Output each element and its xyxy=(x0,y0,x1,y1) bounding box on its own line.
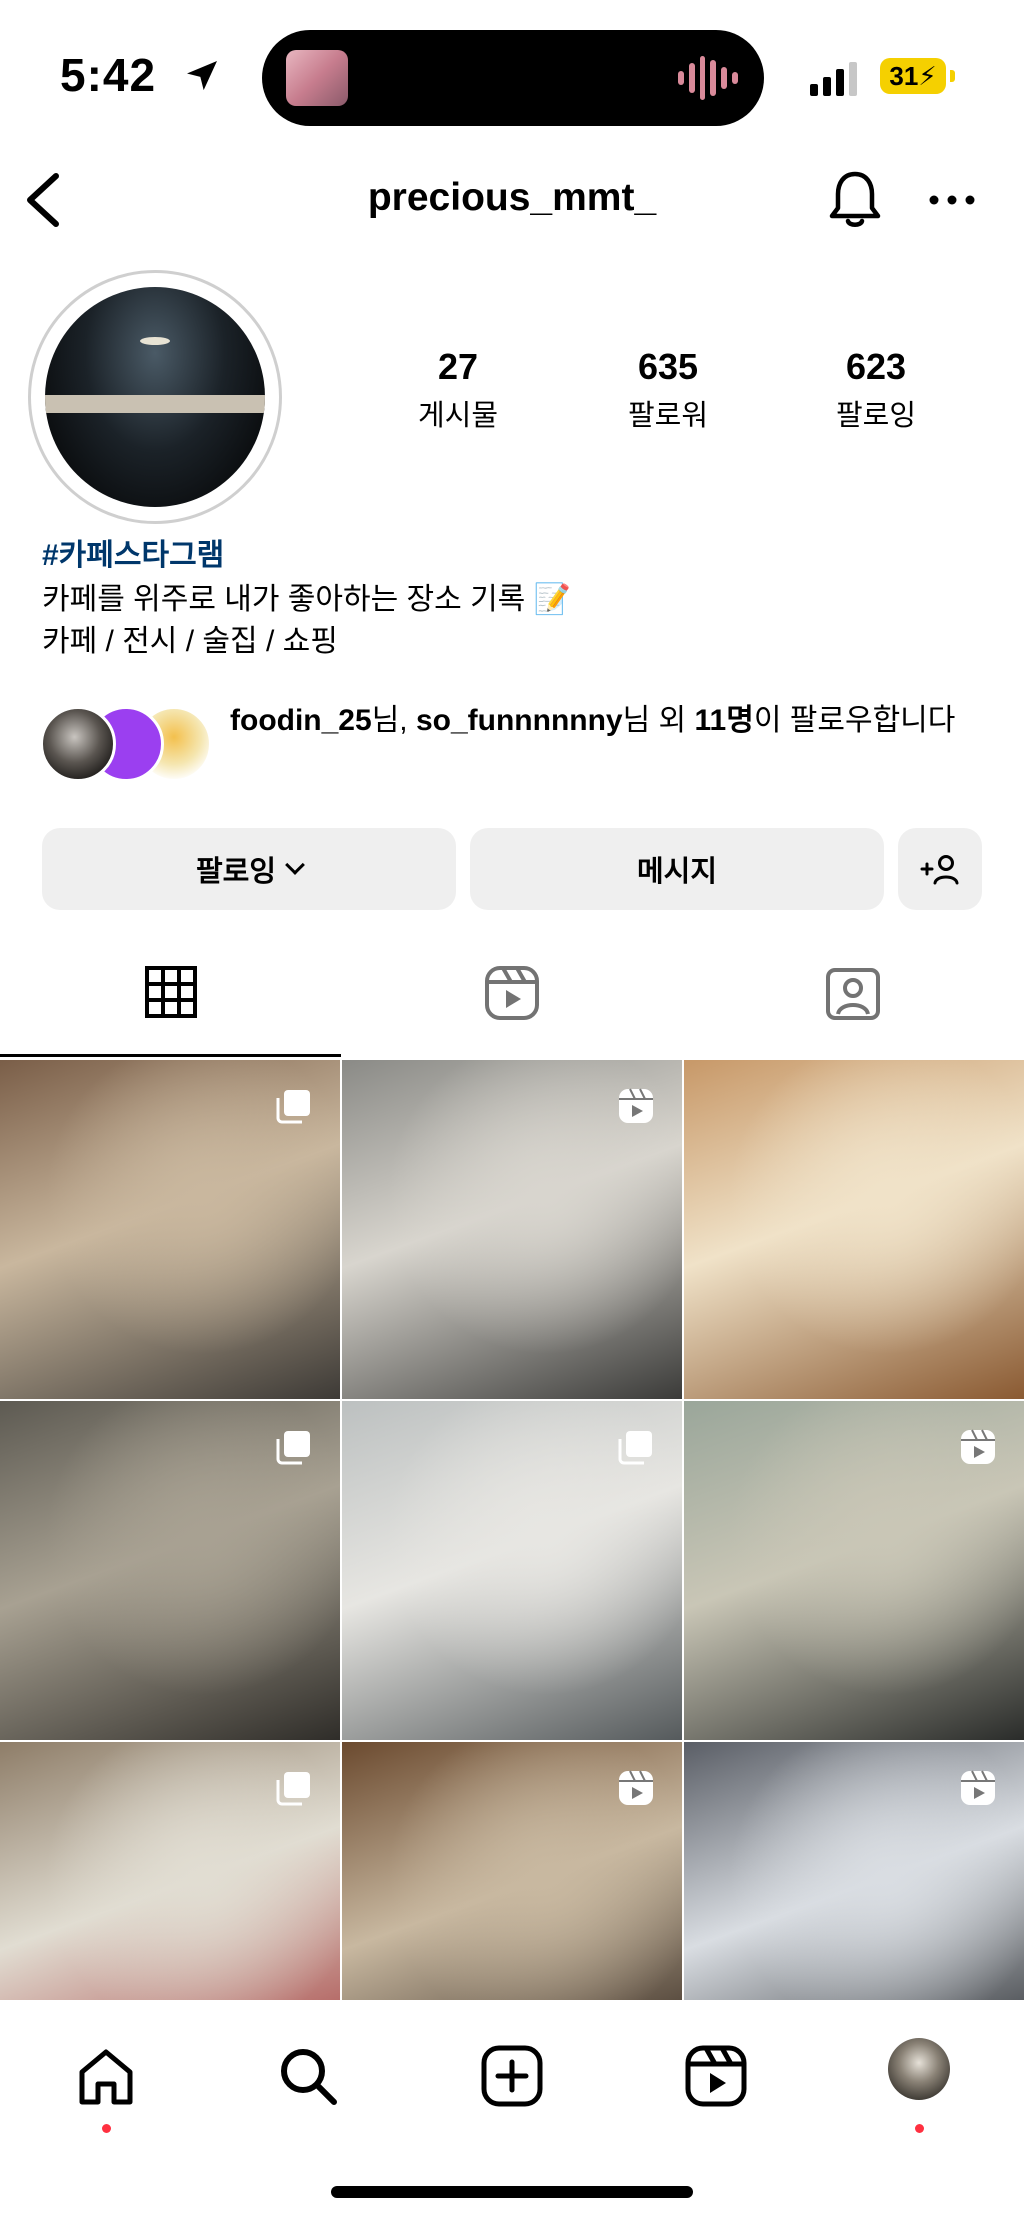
post-thumbnail[interactable] xyxy=(342,1060,682,1399)
stat-posts-count: 27 xyxy=(437,346,479,387)
message-button-label: 메시지 xyxy=(636,856,718,888)
bottom-nav xyxy=(0,2000,1024,2219)
stat-followers-label: 팔로워 xyxy=(627,400,709,432)
tab-posts-grid[interactable] xyxy=(0,964,341,1040)
stat-followers-count: 635 xyxy=(637,346,699,387)
stat-following-count: 623 xyxy=(845,346,907,387)
reels-icon xyxy=(484,966,539,1020)
post-thumbnail[interactable] xyxy=(684,1060,1024,1399)
tab-reels[interactable] xyxy=(341,964,682,1040)
stat-posts[interactable]: 27 게시물 xyxy=(378,346,538,434)
battery-level: 31 xyxy=(889,61,919,91)
post-thumbnail[interactable] xyxy=(684,1401,1024,1740)
reel-icon xyxy=(619,1770,653,1805)
following-button[interactable]: 팔로잉 xyxy=(42,828,456,910)
mutual-avatar-1[interactable] xyxy=(40,706,116,782)
active-tab-indicator xyxy=(0,1054,341,1057)
dynamic-island[interactable] xyxy=(262,30,764,126)
tagged-person-icon xyxy=(825,968,880,1020)
status-time: 5:42 xyxy=(60,49,157,101)
carousel-icon xyxy=(276,1090,310,1124)
more-options-icon[interactable] xyxy=(928,190,976,210)
mutual-user-1[interactable]: foodin_25 xyxy=(230,704,372,737)
audio-waveform-icon xyxy=(678,54,738,102)
mutual-user-2[interactable]: so_funnnnnny xyxy=(416,704,623,737)
reel-icon xyxy=(619,1088,653,1123)
reels-nav-icon[interactable] xyxy=(684,2044,748,2108)
stat-following-label: 팔로잉 xyxy=(835,400,917,432)
avatar-image xyxy=(45,287,265,507)
bio-hashtag-link[interactable]: #카페스타그램 xyxy=(42,530,224,574)
tab-tagged[interactable] xyxy=(682,964,1023,1040)
mutual-suffix-2: 님 외 xyxy=(622,704,695,737)
reel-icon xyxy=(961,1770,995,1805)
home-indicator[interactable] xyxy=(331,2186,693,2198)
search-icon[interactable] xyxy=(276,2044,340,2108)
mutual-suffix-1: 님, xyxy=(371,704,416,737)
stat-followers[interactable]: 635 팔로워 xyxy=(588,346,748,434)
carousel-icon xyxy=(618,1431,652,1465)
location-arrow-icon xyxy=(187,61,217,91)
post-thumbnail[interactable] xyxy=(342,1401,682,1740)
status-bar: 5:42 31⚡ xyxy=(0,0,1024,150)
add-user-icon xyxy=(920,855,959,885)
create-post-icon[interactable] xyxy=(480,2044,544,2108)
home-notification-dot xyxy=(102,2124,111,2133)
stat-posts-label: 게시물 xyxy=(417,400,499,432)
profile-avatar[interactable] xyxy=(28,270,282,524)
home-icon[interactable] xyxy=(74,2044,138,2108)
bio-line-1: 카페를 위주로 내가 좋아하는 장소 기록 📝 xyxy=(42,583,571,616)
mutual-suffix-3: 이 팔로우합니다 xyxy=(753,704,956,737)
now-playing-artwork-icon xyxy=(286,50,348,106)
message-button[interactable]: 메시지 xyxy=(470,828,884,910)
stat-following[interactable]: 623 팔로잉 xyxy=(796,346,956,434)
carousel-icon xyxy=(276,1431,310,1465)
battery-icon: 31⚡ xyxy=(880,58,946,94)
carousel-icon xyxy=(276,1772,310,1806)
mutual-count: 11명 xyxy=(694,704,754,737)
chevron-down-icon xyxy=(285,855,305,875)
profile-notification-dot xyxy=(915,2124,924,2133)
add-user-button[interactable] xyxy=(898,828,982,910)
post-thumbnail[interactable] xyxy=(0,1060,340,1399)
mutual-followers-text[interactable]: foodin_25님, so_funnnnnny님 외 11명이 팔로우합니다 xyxy=(230,700,1000,742)
notification-bell-icon[interactable] xyxy=(826,168,884,230)
post-thumbnail[interactable] xyxy=(0,1401,340,1740)
battery-nub xyxy=(950,70,955,82)
cellular-signal-icon xyxy=(810,62,857,96)
bio-line-2: 카페 / 전시 / 술집 / 쇼핑 xyxy=(42,625,338,658)
following-button-label: 팔로잉 xyxy=(195,856,277,888)
grid-icon xyxy=(144,966,197,1018)
profile-nav-avatar[interactable] xyxy=(888,2038,950,2100)
reel-icon xyxy=(961,1429,995,1464)
